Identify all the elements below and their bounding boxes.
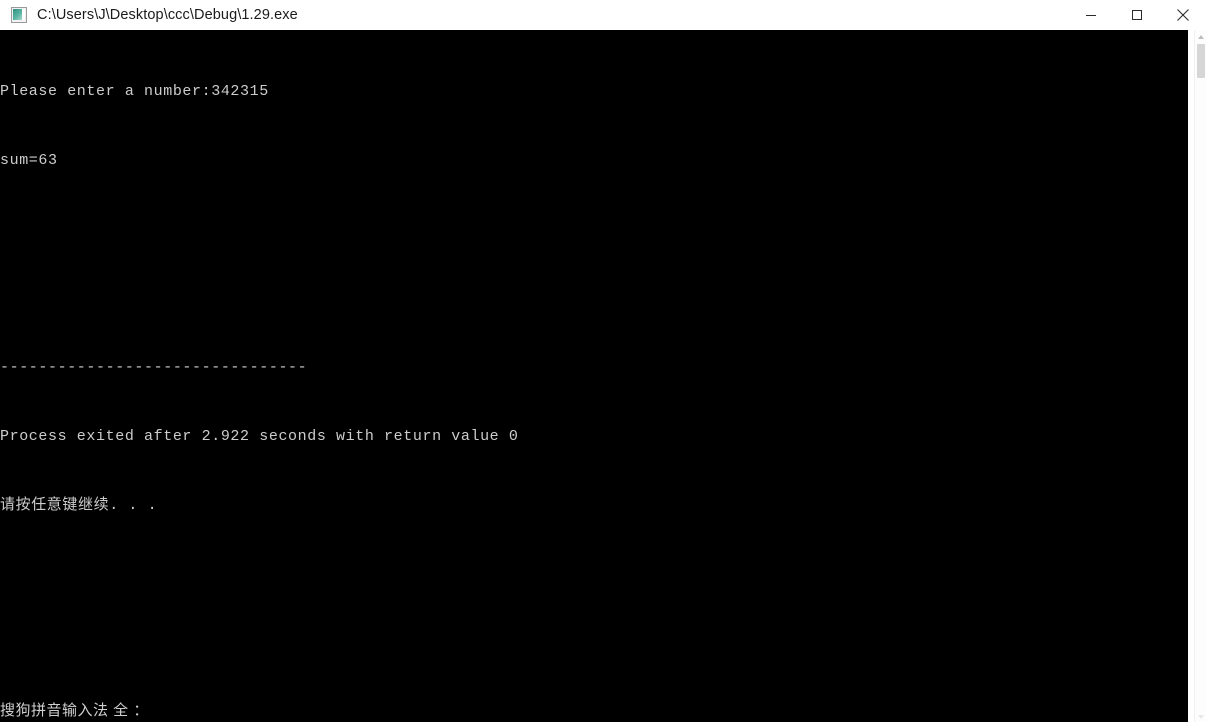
console-output-area[interactable]: Please enter a number:342315 sum=63 ----… bbox=[0, 30, 1206, 722]
vertical-scrollbar[interactable] bbox=[1194, 30, 1206, 722]
scroll-up-arrow-icon[interactable] bbox=[1195, 30, 1206, 42]
console-text-block: Please enter a number:342315 sum=63 ----… bbox=[0, 34, 1180, 563]
ime-status-bar: 搜狗拼音输入法 全 ： bbox=[0, 702, 149, 719]
console-line-separator: -------------------------------- bbox=[0, 359, 308, 376]
maximize-button[interactable] bbox=[1114, 0, 1160, 30]
minimize-button[interactable] bbox=[1068, 0, 1114, 30]
close-button[interactable] bbox=[1160, 0, 1206, 30]
console-line-blank-1 bbox=[0, 218, 1180, 241]
console-window: C:\Users\J\Desktop\ccc\Debug\1.29.exe Pl… bbox=[0, 0, 1206, 722]
console-line-prompt: Please enter a number:342315 bbox=[0, 83, 269, 100]
console-line-blank-2 bbox=[0, 287, 1180, 310]
window-controls bbox=[1068, 0, 1206, 30]
scrollbar-thumb[interactable] bbox=[1197, 44, 1205, 78]
scroll-down-arrow-icon[interactable] bbox=[1195, 710, 1206, 722]
console-line-exit-message: Process exited after 2.922 seconds with … bbox=[0, 428, 519, 445]
console-app-icon bbox=[11, 7, 27, 23]
title-bar[interactable]: C:\Users\J\Desktop\ccc\Debug\1.29.exe bbox=[0, 0, 1206, 30]
console-line-press-any-key: 请按任意键继续. . . bbox=[0, 497, 158, 514]
console-line-sum: sum=63 bbox=[0, 152, 58, 169]
window-title: C:\Users\J\Desktop\ccc\Debug\1.29.exe bbox=[37, 7, 298, 23]
